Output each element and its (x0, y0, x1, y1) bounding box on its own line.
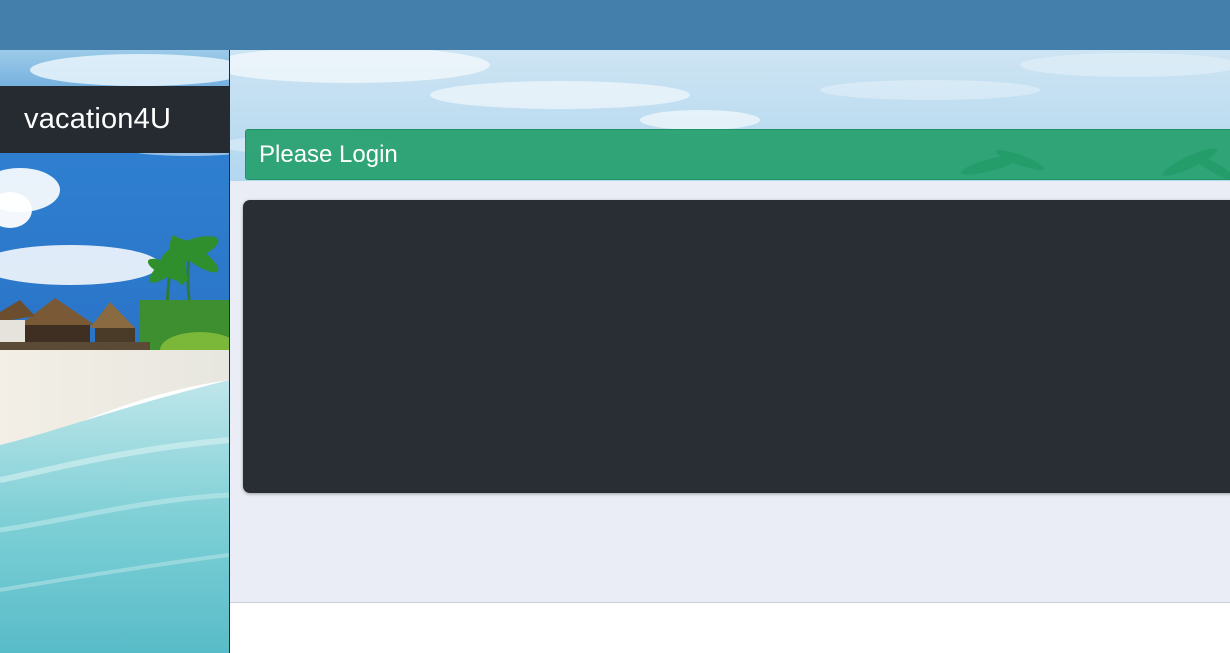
page: vacation4U Please Login (0, 0, 1230, 653)
hero-banner: Please Login (230, 50, 1230, 181)
top-nav-bar (0, 0, 1230, 50)
login-title: Please Login (259, 140, 398, 168)
login-header: Please Login (245, 129, 1230, 180)
login-panel (243, 200, 1230, 493)
footer (230, 603, 1230, 653)
sidebar: vacation4U (0, 50, 230, 653)
brand-title[interactable]: vacation4U (24, 103, 171, 136)
brand-bar: vacation4U (0, 86, 229, 153)
main-content: Please Login (230, 50, 1230, 602)
